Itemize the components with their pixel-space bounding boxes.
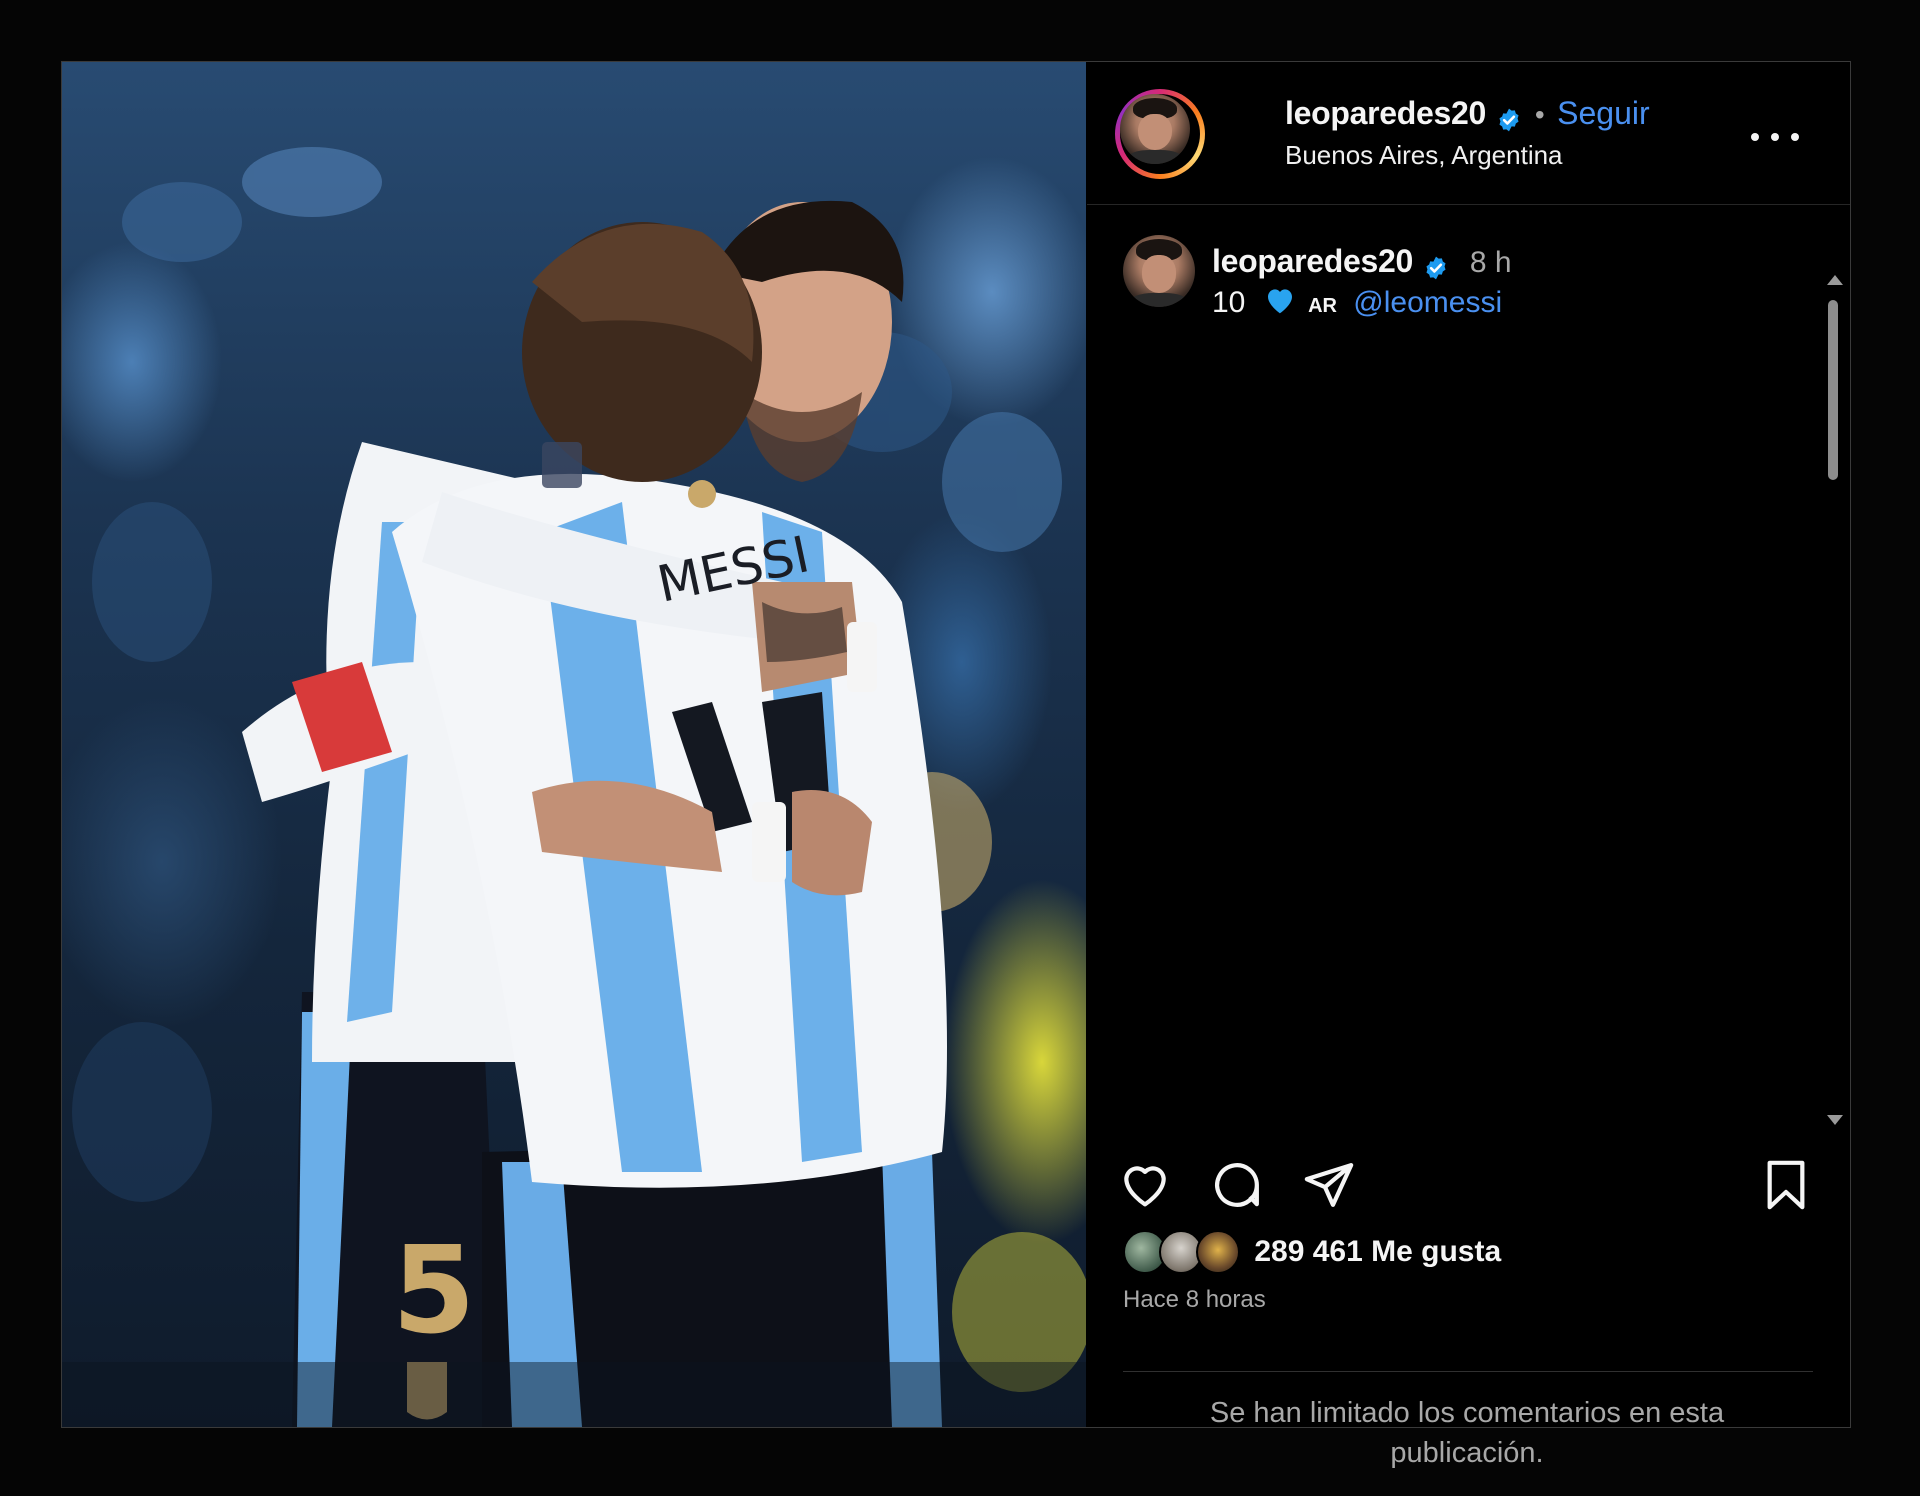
- bookmark-icon[interactable]: [1758, 1157, 1814, 1213]
- flag-emoji: AR: [1308, 295, 1337, 317]
- jersey-number: 5: [392, 1222, 476, 1361]
- caption-text: 10 AR @leomessi: [1212, 285, 1502, 320]
- mention-link[interactable]: @leomessi: [1353, 286, 1502, 319]
- header-user-line: leoparedes20 • Seguir: [1285, 95, 1650, 133]
- heart-icon[interactable]: [1117, 1157, 1173, 1213]
- location-link[interactable]: Buenos Aires, Argentina: [1285, 140, 1563, 171]
- blue-heart-emoji-icon: [1267, 289, 1292, 314]
- verified-badge-icon: [1499, 108, 1519, 132]
- more-options-icon[interactable]: [1747, 117, 1803, 157]
- scrollbar-thumb[interactable]: [1828, 300, 1838, 480]
- share-icon[interactable]: [1301, 1157, 1357, 1213]
- post-photo[interactable]: MESSI 5: [62, 62, 1086, 1427]
- separator-dot: •: [1534, 99, 1545, 130]
- scroll-up-arrow-icon[interactable]: [1827, 275, 1843, 285]
- post-timestamp[interactable]: Hace 8 horas: [1123, 1286, 1266, 1314]
- post-modal: MESSI 5 leoparedes20 • Seguir Buenos Air…: [61, 61, 1851, 1469]
- comments-scrollbar[interactable]: [1823, 272, 1843, 1128]
- comments-area[interactable]: leoparedes20 8 h 10 AR @leomessi: [1087, 205, 1850, 1127]
- username-link[interactable]: leoparedes20: [1285, 95, 1486, 131]
- scroll-down-arrow-icon[interactable]: [1827, 1115, 1843, 1125]
- caption-username-link[interactable]: leoparedes20: [1212, 243, 1413, 279]
- story-ring-avatar[interactable]: [1115, 89, 1205, 179]
- post-header: leoparedes20 • Seguir Buenos Aires, Arge…: [1087, 62, 1850, 205]
- comment-icon[interactable]: [1209, 1157, 1265, 1213]
- verified-badge-icon: [1426, 256, 1446, 280]
- likes-row: 289 461 Me gusta: [1123, 1230, 1501, 1276]
- caption-header: leoparedes20 8 h: [1212, 243, 1512, 281]
- caption-avatar[interactable]: [1123, 235, 1195, 307]
- follow-button[interactable]: Seguir: [1557, 95, 1650, 131]
- liker-avatar[interactable]: [1195, 1230, 1240, 1274]
- comments-limited-notice: Se han limitado los comentarios en esta …: [1209, 1397, 1725, 1469]
- avatar: [1120, 94, 1190, 164]
- post-side-panel: leoparedes20 • Seguir Buenos Aires, Arge…: [1087, 62, 1850, 1469]
- post-actions: 289 461 Me gusta Hace 8 horas Se han lim…: [1087, 1127, 1850, 1469]
- caption-time[interactable]: 8 h: [1470, 246, 1512, 279]
- divider: [1123, 1371, 1813, 1372]
- likes-count[interactable]: 289 461 Me gusta: [1254, 1235, 1501, 1268]
- caption-number: 10: [1212, 286, 1246, 319]
